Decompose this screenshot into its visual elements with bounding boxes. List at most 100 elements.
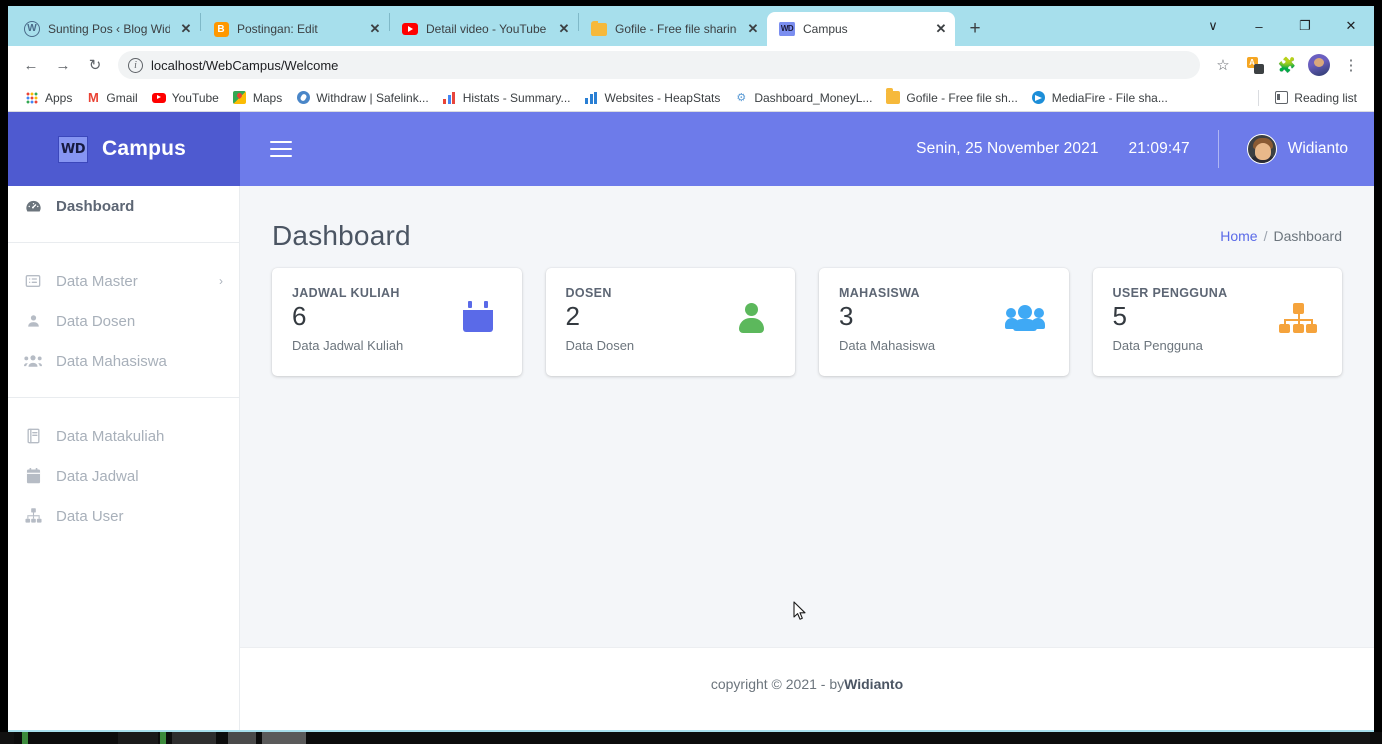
bookmark-withdraw-safelink[interactable]: Withdraw | Safelink...: [289, 88, 436, 108]
navbar-time: 21:09:47: [1128, 140, 1190, 157]
forward-icon[interactable]: →: [48, 50, 78, 80]
sidebar-item-data-mahasiswa[interactable]: Data Mahasiswa: [8, 341, 239, 381]
window-controls: ∨ – ❐ ✕: [1190, 6, 1374, 46]
calendar-icon: [24, 468, 42, 484]
tab-title: Detail video - YouTube Studio: [426, 22, 548, 36]
calendar-icon: [456, 296, 500, 340]
bookmark-maps[interactable]: Maps: [226, 88, 289, 108]
navbar-right: Senin, 25 November 2021 21:09:47 Widiant…: [916, 130, 1348, 168]
avatar: [1246, 134, 1277, 164]
taskbar-segment: [262, 732, 306, 744]
bookmark-label: Dashboard_MoneyL...: [754, 90, 873, 105]
back-icon[interactable]: ←: [16, 50, 46, 80]
sidebar-item-label: Dashboard: [56, 197, 135, 215]
sidebar-item-data-dosen[interactable]: Data Dosen: [8, 301, 239, 341]
browser-tab[interactable]: Detail video - YouTube Studio ✕: [390, 12, 578, 46]
tab-title: Campus: [803, 22, 848, 36]
users-icon: [1003, 296, 1047, 340]
sidebar-item-data-matakuliah[interactable]: Data Matakuliah: [8, 416, 239, 456]
bookmark-moneylink[interactable]: ⚙ Dashboard_MoneyL...: [727, 88, 879, 108]
bookmark-label: Gmail: [106, 90, 138, 105]
browser-tab-active[interactable]: WD Campus ✕: [767, 12, 955, 46]
apps-grid-icon: [25, 91, 39, 105]
breadcrumb-home-link[interactable]: Home: [1220, 228, 1257, 244]
page-footer: copyright © 2021 - by Widianto: [240, 647, 1374, 730]
blogger-icon: B: [213, 21, 229, 37]
reload-icon[interactable]: ↻: [80, 50, 110, 80]
close-icon[interactable]: ✕: [178, 21, 194, 37]
maximize-button[interactable]: ❐: [1282, 9, 1328, 43]
breadcrumb-current: Dashboard: [1273, 228, 1343, 244]
username-label: Widianto: [1287, 140, 1348, 157]
stat-card-mahasiswa[interactable]: MAHASISWA 3 Data Mahasiswa: [819, 268, 1069, 376]
close-icon[interactable]: ✕: [933, 21, 949, 37]
browser-toolbar: ← → ↻ i localhost/WebCampus/Welcome ☆ 🧩 …: [8, 46, 1374, 84]
users-icon: [24, 353, 42, 369]
moneylink-icon: ⚙: [736, 92, 747, 104]
new-tab-button[interactable]: +: [961, 15, 989, 43]
gmail-icon: M: [87, 90, 99, 105]
sidebar-item-dashboard[interactable]: Dashboard: [8, 186, 239, 226]
minimize-button[interactable]: –: [1236, 9, 1282, 43]
footer-author: Widianto: [844, 676, 904, 692]
sidebar-item-label: Data Mahasiswa: [56, 352, 167, 370]
reading-list-label: Reading list: [1294, 90, 1357, 105]
safelink-icon: [296, 91, 310, 105]
page-header: Dashboard Home / Dashboard: [272, 186, 1342, 260]
sidebar: Dashboard Data Master › Data Dosen Data …: [8, 186, 240, 730]
extensions-puzzle-icon[interactable]: 🧩: [1272, 50, 1302, 80]
tab-search-icon[interactable]: ∨: [1190, 9, 1236, 43]
hamburger-icon[interactable]: [270, 141, 292, 157]
bookmarks-bar: Apps M Gmail YouTube Maps Withdraw | Saf…: [8, 84, 1374, 112]
extension-badge-icon[interactable]: [1240, 50, 1270, 80]
sidebar-item-data-jadwal[interactable]: Data Jadwal: [8, 456, 239, 496]
navbar-date: Senin, 25 November 2021: [916, 140, 1099, 157]
card-subtitle: Data Jadwal Kuliah: [292, 338, 404, 354]
divider: [1217, 130, 1219, 168]
browser-tab[interactable]: Gofile - Free file sharing and ✕: [579, 12, 767, 46]
close-icon[interactable]: ✕: [745, 21, 761, 37]
taskbar-segment: [172, 732, 216, 744]
breadcrumb-separator: /: [1263, 228, 1268, 244]
page-title: Dashboard: [272, 220, 411, 251]
bookmark-label: Apps: [45, 90, 73, 105]
browser-menu-icon[interactable]: ⋮: [1336, 50, 1366, 80]
histats-icon: [443, 91, 457, 105]
user-menu[interactable]: Widianto: [1246, 134, 1348, 164]
sidebar-item-data-master[interactable]: Data Master ›: [8, 261, 239, 301]
bookmark-histats[interactable]: Histats - Summary...: [436, 88, 578, 108]
bookmark-heapstats[interactable]: Websites - HeapStats: [578, 88, 728, 108]
profile-avatar[interactable]: [1304, 50, 1334, 80]
wordpress-icon: W: [24, 21, 40, 37]
stat-card-jadwal-kuliah[interactable]: JADWAL KULIAH 6 Data Jadwal Kuliah: [272, 268, 522, 376]
bookmark-gmail[interactable]: M Gmail: [79, 88, 144, 108]
app-brand[interactable]: WD Campus: [8, 112, 240, 186]
close-window-button[interactable]: ✕: [1328, 9, 1374, 43]
sitemap-icon: [1276, 296, 1320, 340]
page-viewport: WD Campus Senin, 25 November 2021 21:09:…: [8, 112, 1374, 730]
youtube-icon: [402, 21, 418, 37]
browser-tab[interactable]: W Sunting Pos ‹ Blog Widianto - ✕: [12, 12, 200, 46]
sidebar-item-label: Data Matakuliah: [56, 427, 165, 445]
stat-card-dosen[interactable]: DOSEN 2 Data Dosen: [545, 268, 795, 376]
heapstats-icon: [585, 91, 599, 105]
reading-list-button[interactable]: Reading list: [1267, 88, 1364, 108]
bookmark-star-icon[interactable]: ☆: [1208, 50, 1238, 80]
close-icon[interactable]: ✕: [556, 21, 572, 37]
sidebar-divider: [8, 397, 239, 398]
bookmark-gofile[interactable]: Gofile - Free file sh...: [879, 88, 1024, 108]
wd-campus-icon: WD: [779, 21, 795, 37]
address-bar[interactable]: i localhost/WebCampus/Welcome: [118, 51, 1200, 79]
close-icon[interactable]: ✕: [367, 21, 383, 37]
card-subtitle: Data Mahasiswa: [839, 338, 936, 354]
url-text: localhost/WebCampus/Welcome: [151, 57, 339, 73]
site-info-icon[interactable]: i: [128, 57, 143, 73]
bookmark-mediafire[interactable]: MediaFire - File sha...: [1025, 88, 1175, 108]
bookmark-apps[interactable]: Apps: [18, 88, 79, 108]
sidebar-item-data-user[interactable]: Data User: [8, 496, 239, 536]
stat-card-user-pengguna[interactable]: USER PENGGUNA 5 Data Pengguna: [1092, 268, 1342, 376]
browser-tab[interactable]: B Postingan: Edit ✕: [201, 12, 389, 46]
bookmark-youtube[interactable]: YouTube: [145, 88, 226, 108]
divider: [1258, 89, 1260, 106]
list-alt-icon: [24, 273, 42, 289]
